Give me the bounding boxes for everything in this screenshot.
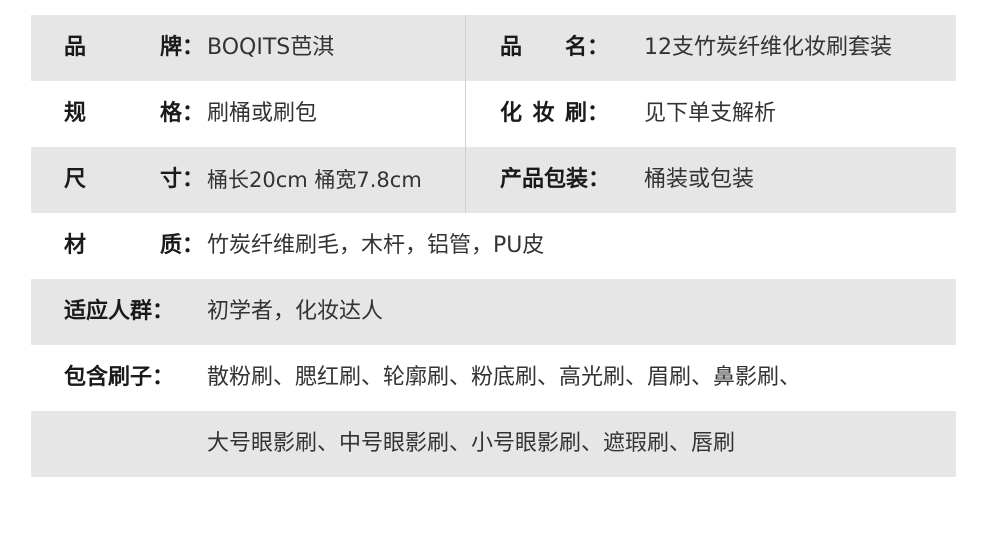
brush-label-char-2: 妆 bbox=[532, 101, 555, 126]
spec-row-size: 尺 寸： 桶长20cm 桶宽7.8cm 产品包装： 桶装或包装 bbox=[31, 147, 956, 213]
spec-row-brushes-cont: 大号眼影刷、中号眼影刷、小号眼影刷、遮瑕刷、唇刷 bbox=[31, 411, 956, 477]
spec-label-char-2: 格： bbox=[159, 101, 204, 126]
size-value: 桶长20cm 桶宽7.8cm bbox=[207, 168, 422, 192]
product-spec-table: 品 牌： BOQITS芭淇 品 名： 12支竹炭纤维化妆刷套装 规 格： 刷桶或… bbox=[31, 15, 956, 477]
material-label-char-2: 质： bbox=[159, 233, 204, 258]
product-name-label-char-2: 名： bbox=[564, 35, 609, 60]
spec-row-brand: 品 牌： BOQITS芭淇 品 名： 12支竹炭纤维化妆刷套装 bbox=[31, 15, 956, 81]
product-name-label: 品 名： bbox=[500, 15, 609, 81]
product-name-label-char-1: 品 bbox=[500, 35, 523, 60]
spec-row-spec: 规 格： 刷桶或刷包 化 妆 刷： 见下单支解析 bbox=[31, 81, 956, 147]
spec-value: 刷桶或刷包 bbox=[207, 101, 318, 126]
spec-row-audience: 适应人群： 初学者，化妆达人 bbox=[31, 279, 956, 345]
packaging-value: 桶装或包装 bbox=[644, 167, 755, 192]
brand-value: BOQITS芭淇 bbox=[207, 35, 335, 60]
brush-label-char-3: 刷： bbox=[564, 101, 609, 126]
material-label: 材 质： bbox=[64, 213, 204, 279]
material-label-char-1: 材 bbox=[64, 233, 87, 258]
packaging-label: 产品包装： bbox=[500, 167, 611, 192]
size-label: 尺 寸： bbox=[64, 147, 204, 213]
spec-row-material: 材 质： 竹炭纤维刷毛，木杆，铝管，PU皮 bbox=[31, 213, 956, 279]
brush-value: 见下单支解析 bbox=[644, 101, 777, 126]
brand-label: 品 牌： bbox=[64, 15, 204, 81]
spec-label: 规 格： bbox=[64, 81, 204, 147]
spec-row-brushes: 包含刷子： 散粉刷、腮红刷、轮廓刷、粉底刷、高光刷、眉刷、鼻影刷、 bbox=[31, 345, 956, 411]
spec-label-char-1: 规 bbox=[64, 101, 87, 126]
brush-label: 化 妆 刷： bbox=[500, 81, 609, 147]
audience-value: 初学者，化妆达人 bbox=[207, 299, 384, 324]
size-label-char-2: 寸： bbox=[159, 167, 204, 192]
brand-label-char-2: 牌： bbox=[159, 35, 204, 60]
material-value: 竹炭纤维刷毛，木杆，铝管，PU皮 bbox=[207, 233, 545, 258]
column-divider bbox=[465, 15, 466, 213]
size-label-char-1: 尺 bbox=[64, 167, 87, 192]
brushes-label: 包含刷子： bbox=[64, 365, 175, 390]
brushes-value-line-2: 大号眼影刷、中号眼影刷、小号眼影刷、遮瑕刷、唇刷 bbox=[207, 431, 736, 456]
brand-label-char-1: 品 bbox=[64, 35, 87, 60]
audience-label: 适应人群： bbox=[64, 299, 175, 324]
brushes-value-line-1: 散粉刷、腮红刷、轮廓刷、粉底刷、高光刷、眉刷、鼻影刷、 bbox=[207, 365, 802, 390]
brush-label-char-1: 化 bbox=[500, 101, 523, 126]
product-name-value: 12支竹炭纤维化妆刷套装 bbox=[644, 35, 892, 60]
